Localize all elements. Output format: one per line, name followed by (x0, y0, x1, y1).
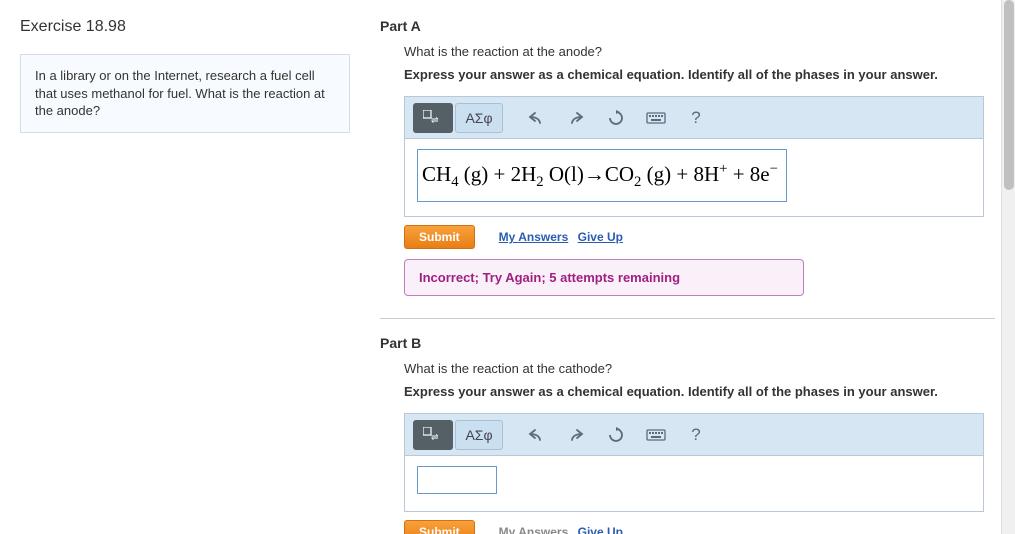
editor-toolbar-a: ⇌ ΑΣφ (405, 97, 983, 139)
my-answers-link-a[interactable]: My Answers (499, 230, 569, 244)
templates-icon: ⇌ (423, 110, 443, 126)
reset-button-b[interactable] (597, 420, 635, 450)
undo-button[interactable] (517, 103, 555, 133)
equation-formula-a: CH4 (g) + 2H2 O(l)→CO2 (g) + 8H+ + 8e− (422, 162, 778, 186)
exercise-title: Exercise 18.98 (20, 18, 350, 36)
action-row-a: Submit My Answers Give Up (404, 225, 995, 249)
part-b-title: Part B (380, 335, 995, 351)
redo-button-b[interactable] (557, 420, 595, 450)
exercise-prompt: In a library or on the Internet, researc… (20, 54, 350, 133)
greek-button[interactable]: ΑΣφ (455, 103, 503, 133)
editor-area-b[interactable] (405, 456, 983, 511)
undo-button-b[interactable] (517, 420, 555, 450)
editor-area-a[interactable]: CH4 (g) + 2H2 O(l)→CO2 (g) + 8H+ + 8e− (405, 139, 983, 216)
reset-button[interactable] (597, 103, 635, 133)
part-a-body: What is the reaction at the anode? Expre… (404, 44, 995, 296)
undo-icon (527, 110, 545, 126)
scroll-thumb[interactable] (1004, 0, 1014, 190)
undo-icon (527, 427, 545, 443)
part-b-instruction: Express your answer as a chemical equati… (404, 384, 995, 399)
svg-text:⇌: ⇌ (431, 432, 439, 442)
submit-button-b[interactable]: Submit (404, 520, 475, 534)
submit-button-a[interactable]: Submit (404, 225, 475, 249)
help-button[interactable]: ? (677, 103, 715, 133)
templates-button[interactable]: ⇌ (413, 103, 453, 133)
svg-text:⇌: ⇌ (431, 115, 439, 125)
part-separator (380, 318, 995, 319)
part-a-title: Part A (380, 18, 995, 34)
left-column: Exercise 18.98 In a library or on the In… (0, 0, 370, 534)
part-b-question: What is the reaction at the cathode? (404, 361, 995, 376)
answer-links-a: My Answers Give Up (499, 230, 629, 244)
action-row-b: Submit My Answers Give Up (404, 520, 995, 534)
help-button-b[interactable]: ? (677, 420, 715, 450)
answer-editor-b: ⇌ ΑΣφ (404, 413, 984, 512)
part-b-body: What is the reaction at the cathode? Exp… (404, 361, 995, 534)
give-up-link-a[interactable]: Give Up (578, 230, 623, 244)
answer-links-b: My Answers Give Up (499, 525, 629, 534)
feedback-box-a: Incorrect; Try Again; 5 attempts remaini… (404, 259, 804, 296)
templates-button-b[interactable]: ⇌ (413, 420, 453, 450)
part-a-question: What is the reaction at the anode? (404, 44, 995, 59)
templates-icon: ⇌ (423, 427, 443, 443)
vertical-scrollbar[interactable] (1001, 0, 1015, 534)
keyboard-button[interactable] (637, 103, 675, 133)
reset-icon (607, 427, 625, 443)
my-answers-link-b[interactable]: My Answers (499, 525, 569, 534)
keyboard-icon (646, 111, 666, 125)
redo-icon (567, 110, 585, 126)
editor-toolbar-b: ⇌ ΑΣφ (405, 414, 983, 456)
redo-icon (567, 427, 585, 443)
give-up-link-b[interactable]: Give Up (578, 525, 623, 534)
page-root: Exercise 18.98 In a library or on the In… (0, 0, 1015, 534)
equation-input-a[interactable]: CH4 (g) + 2H2 O(l)→CO2 (g) + 8H+ + 8e− (417, 149, 787, 202)
answer-editor-a: ⇌ ΑΣφ (404, 96, 984, 217)
equation-input-b[interactable] (417, 466, 497, 494)
keyboard-icon (646, 428, 666, 442)
part-a-instruction: Express your answer as a chemical equati… (404, 67, 995, 82)
greek-button-b[interactable]: ΑΣφ (455, 420, 503, 450)
reset-icon (607, 110, 625, 126)
redo-button[interactable] (557, 103, 595, 133)
right-column: Part A What is the reaction at the anode… (370, 0, 1015, 534)
keyboard-button-b[interactable] (637, 420, 675, 450)
